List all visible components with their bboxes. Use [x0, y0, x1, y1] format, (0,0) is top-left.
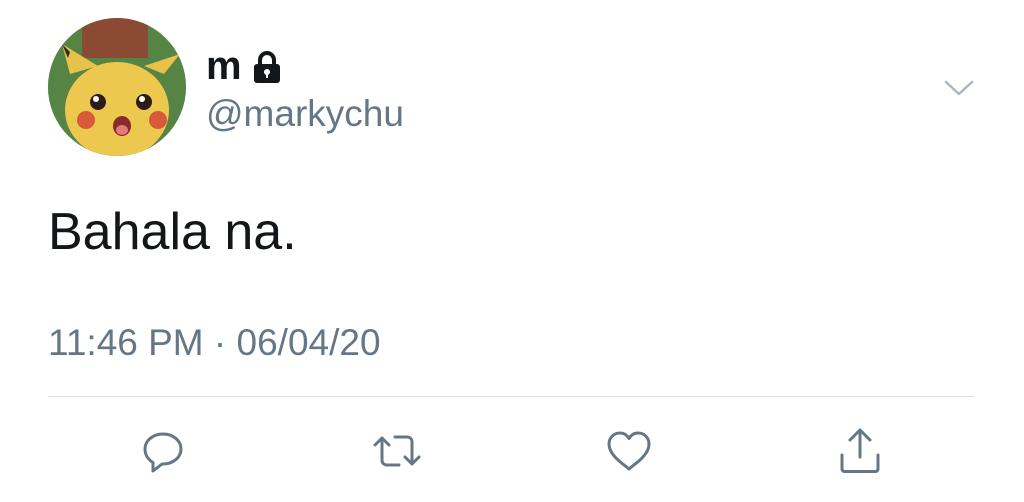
share-button[interactable] [834, 425, 886, 477]
tweet-time: 11:46 PM [48, 322, 204, 363]
tweet-text: Bahala na. [48, 203, 297, 261]
display-name-row: m [206, 44, 282, 88]
tweet-meta: 11:46 PM · 06/04/20 [48, 320, 381, 366]
heart-icon [607, 431, 651, 471]
retweet-button[interactable] [371, 425, 423, 477]
tweet-card: m @markychu Bahala na. 11:46 PM · 06/04/… [0, 0, 1024, 502]
display-name[interactable]: m [206, 44, 242, 88]
tweet-date: 06/04/20 [236, 322, 381, 363]
meta-separator: · [213, 322, 227, 363]
pikachu-avatar-icon [48, 18, 186, 156]
retweet-icon [373, 435, 421, 467]
reply-icon [143, 432, 183, 473]
divider [48, 396, 974, 397]
user-handle[interactable]: @markychu [206, 92, 404, 136]
reply-button[interactable] [137, 425, 189, 477]
avatar[interactable] [48, 18, 186, 156]
action-bar [0, 425, 1024, 477]
like-button[interactable] [603, 425, 655, 477]
lock-icon [252, 50, 282, 84]
chevron-down-icon[interactable] [942, 76, 976, 100]
share-icon [840, 428, 880, 473]
